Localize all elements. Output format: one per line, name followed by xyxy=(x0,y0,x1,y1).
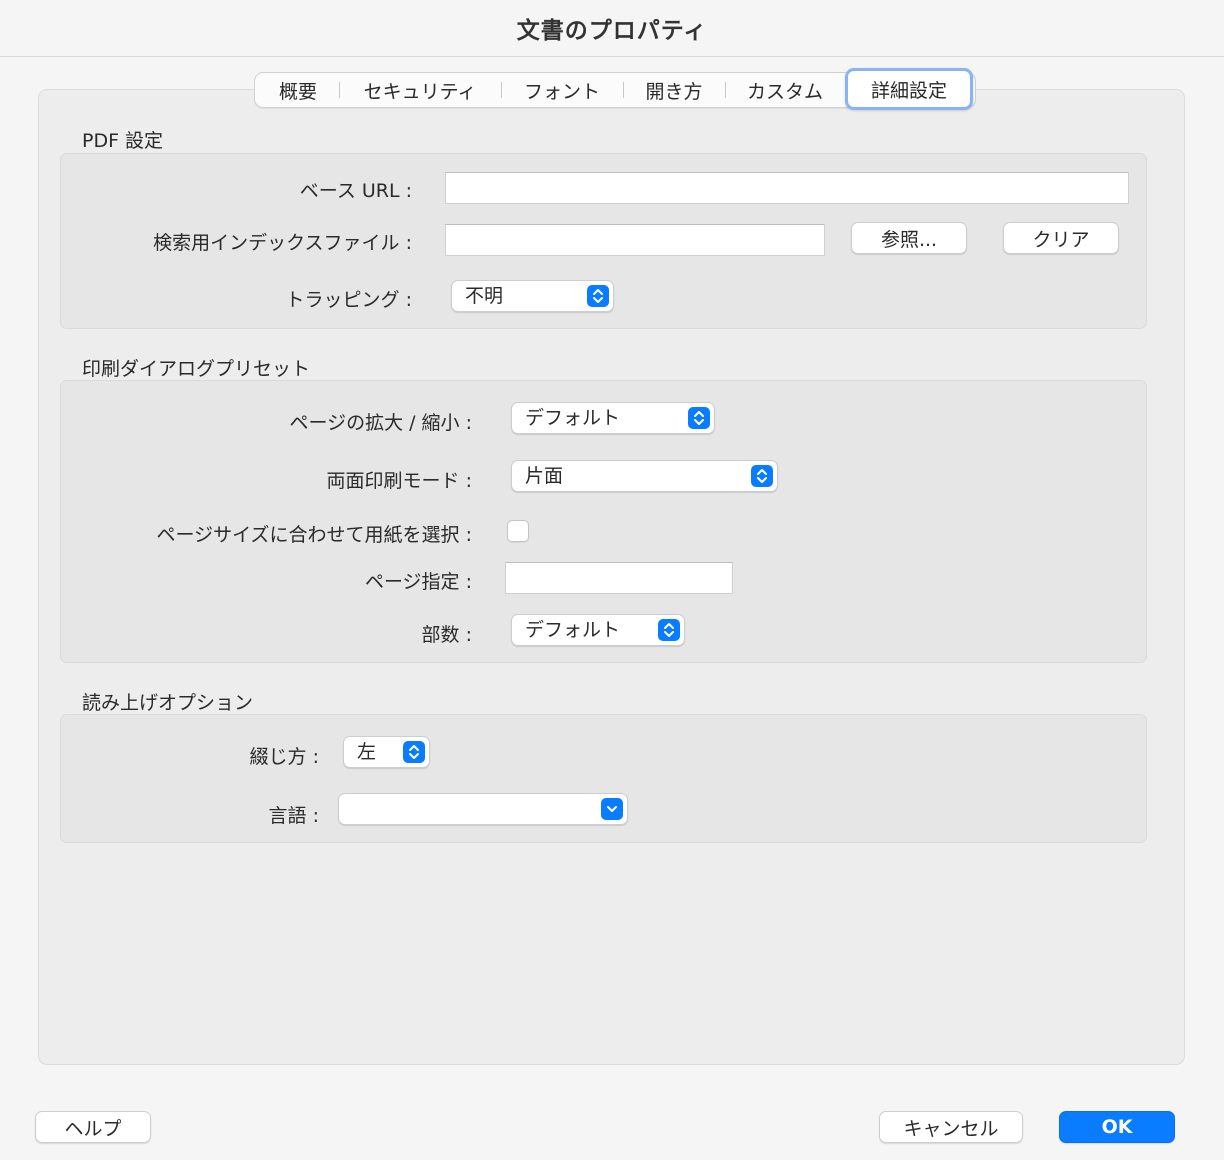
help-button[interactable]: ヘルプ xyxy=(35,1111,151,1143)
index-file-label: 検索用インデックスファイル : xyxy=(153,232,412,254)
scaling-label: ページの拡大 / 縮小 : xyxy=(289,412,472,434)
language-label: 言語 : xyxy=(268,805,319,827)
tab-custom[interactable]: カスタム xyxy=(725,73,845,107)
copies-label: 部数 : xyxy=(421,624,472,646)
clear-button[interactable]: クリア xyxy=(1003,222,1119,254)
chevron-up-down-icon xyxy=(688,407,710,429)
browse-button[interactable]: 参照... xyxy=(851,222,967,254)
chevron-up-down-icon xyxy=(658,619,680,641)
chevron-up-down-icon xyxy=(587,285,609,307)
trapping-label: トラッピング : xyxy=(285,289,412,311)
chevron-up-down-icon xyxy=(751,465,773,487)
section-title-print-presets: 印刷ダイアログプリセット xyxy=(82,358,311,380)
page-range-input[interactable] xyxy=(505,562,733,594)
page-range-label: ページ指定 : xyxy=(364,571,472,593)
paper-by-size-checkbox[interactable] xyxy=(507,520,529,542)
base-url-input[interactable] xyxy=(445,172,1129,204)
chevron-down-icon xyxy=(601,798,623,820)
chevron-up-down-icon xyxy=(403,741,425,763)
trapping-select[interactable]: 不明 xyxy=(451,280,614,312)
binding-select[interactable]: 左 xyxy=(343,736,430,768)
tab-bar: 概要 セキュリティ フォント 開き方 カスタム 詳細設定 xyxy=(254,68,976,110)
base-url-label: ベース URL : xyxy=(299,180,412,202)
section-title-pdf-settings: PDF 設定 xyxy=(82,130,164,152)
index-file-input[interactable] xyxy=(445,224,825,256)
tab-advanced[interactable]: 詳細設定 xyxy=(845,68,973,110)
cancel-button[interactable]: キャンセル xyxy=(879,1111,1023,1143)
paper-by-size-label: ページサイズに合わせて用紙を選択 : xyxy=(156,524,473,546)
language-select[interactable] xyxy=(338,793,628,825)
copies-select[interactable]: デフォルト xyxy=(511,614,685,646)
tab-security[interactable]: セキュリティ xyxy=(339,73,501,107)
duplex-select[interactable]: 片面 xyxy=(511,460,778,492)
binding-label: 綴じ方 : xyxy=(249,746,319,768)
section-title-read-out: 読み上げオプション xyxy=(82,692,254,714)
tab-summary[interactable]: 概要 xyxy=(257,73,339,107)
title-bar: 文書のプロパティ xyxy=(0,0,1224,57)
scaling-select[interactable]: デフォルト xyxy=(511,402,715,434)
tab-initial-view[interactable]: 開き方 xyxy=(623,73,725,107)
duplex-label: 両面印刷モード : xyxy=(326,470,472,492)
window-title: 文書のプロパティ xyxy=(516,18,708,44)
tab-fonts[interactable]: フォント xyxy=(501,73,623,107)
ok-button[interactable]: OK xyxy=(1059,1111,1175,1143)
